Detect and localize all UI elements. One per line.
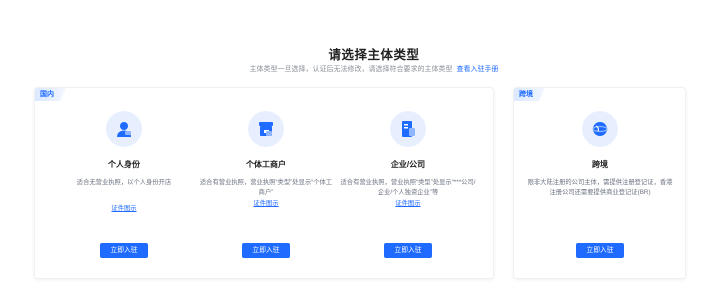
cross-border-panel: 跨境 跨境 限非大陆注册的公司主体，需提供注册登记证，香港注册公司还需要提供商业… [513, 87, 686, 279]
domestic-tag: 国内 [35, 88, 66, 101]
page-subtitle: 主体类型一旦选择，认证后无法修改，请选择符合要求的主体类型 查看入驻手册 [30, 64, 718, 74]
store-icon [248, 111, 284, 147]
manual-link[interactable]: 查看入驻手册 [457, 66, 499, 73]
join-now-button[interactable]: 立即入驻 [576, 243, 624, 258]
join-now-button[interactable]: 立即入驻 [384, 243, 432, 258]
card-title: 个体工商户 [246, 160, 286, 169]
cert-example-link[interactable]: 证件图示 [191, 198, 341, 207]
card-individual-business: 个体工商户 适合有营业执照，营业执照“类型”处显示“个体工商户” 证件图示 立即… [191, 111, 341, 276]
card-title: 个人身份 [108, 160, 140, 169]
join-now-button[interactable]: 立即入驻 [100, 243, 148, 258]
card-title: 跨境 [592, 160, 608, 169]
domestic-panel: 国内 个人身份 适合无营业执照，以个人身份开店 证件图示 立即入驻 个体工商户 … [34, 87, 494, 279]
cross-border-tag: 跨境 [514, 88, 545, 101]
cert-example-link[interactable]: 证件图示 [49, 203, 199, 212]
cert-example-link[interactable]: 证件图示 [333, 198, 483, 207]
card-desc: 适合有营业执照，营业执照“类型”处显示“***公司/企业/个人独资企业”等 [340, 179, 476, 196]
subtitle-text: 主体类型一旦选择，认证后无法修改，请选择符合要求的主体类型 [249, 66, 453, 73]
card-personal: 个人身份 适合无营业执照，以个人身份开店 证件图示 立即入驻 [49, 111, 199, 276]
subject-type-page: 请选择主体类型 主体类型一旦选择，认证后无法修改，请选择符合要求的主体类型 查看入… [30, 28, 718, 303]
person-icon [106, 111, 142, 147]
card-title: 企业/公司 [390, 160, 426, 169]
card-company: 企业/公司 适合有营业执照，营业执照“类型”处显示“***公司/企业/个人独资企… [333, 111, 483, 276]
page-title: 请选择主体类型 [328, 48, 420, 62]
card-cross-border: 跨境 限非大陆注册的公司主体，需提供注册登记证，香港注册公司还需要提供商业登记证… [520, 111, 680, 276]
card-desc: 适合无营业执照，以个人身份开店 [76, 179, 172, 186]
card-desc: 适合有营业执照，营业执照“类型”处显示“个体工商户” [199, 179, 333, 196]
globe-icon [582, 111, 618, 147]
join-now-button[interactable]: 立即入驻 [242, 243, 290, 258]
card-desc: 限非大陆注册的公司主体，需提供注册登记证，香港注册公司还需要提供商业登记证(BR… [527, 179, 673, 196]
company-icon [390, 111, 426, 147]
